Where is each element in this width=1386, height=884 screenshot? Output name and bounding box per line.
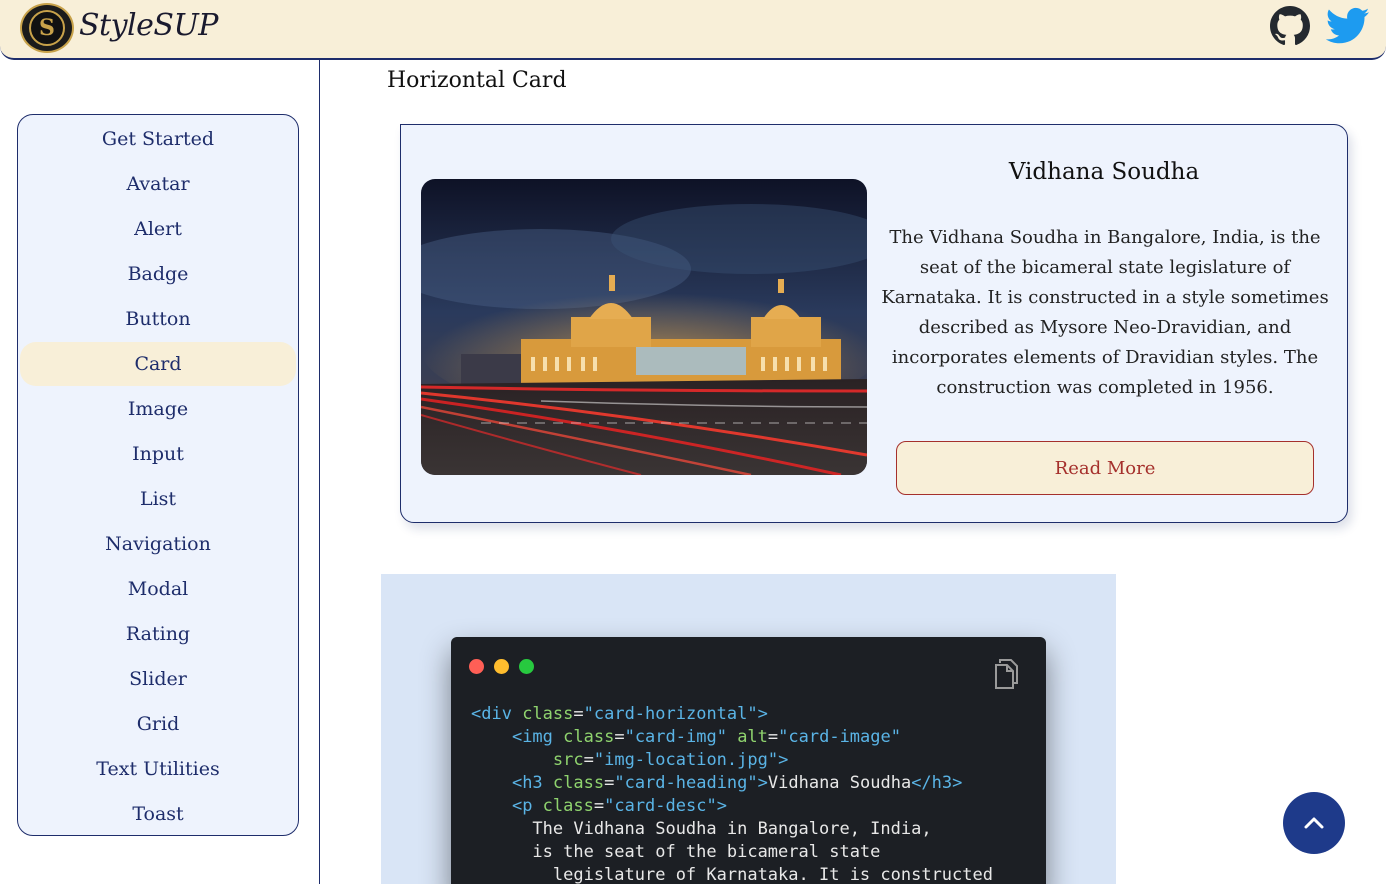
code-token: "card-heading" [614,773,758,793]
night-building-photo [421,179,867,475]
code-token: > [778,750,789,770]
sidebar-item-text-utilities[interactable]: Text Utilities [20,747,296,791]
horizontal-card: Vidhana Soudha The Vidhana Soudha in Ban… [400,124,1348,523]
code-line: The Vidhana Soudha in Bangalore, India, [471,818,993,841]
copy-icon[interactable] [994,657,1020,689]
chevron-up-icon [1304,817,1324,829]
sidebar-item-navigation[interactable]: Navigation [20,522,296,566]
sidebar-item-alert[interactable]: Alert [20,207,296,251]
card-description: The Vidhana Soudha in Bangalore, India, … [881,227,1329,398]
code-token: > [757,773,768,793]
code-token: "card-horizontal" [583,704,758,724]
card-heading: Vidhana Soudha [1008,159,1200,185]
sidebar-item-grid[interactable]: Grid [20,702,296,746]
top-header: S StyleSUP [0,0,1386,60]
sidebar-item-button[interactable]: Button [20,297,296,341]
code-snippet: <div class="card-horizontal"> <img class… [471,703,993,884]
code-token: = [614,727,625,747]
code-line: <img class="card-img" alt="card-image" [471,726,993,749]
sidebar-divider [319,60,320,884]
code-line: <div class="card-horizontal"> [471,703,993,726]
sidebar-item-rating[interactable]: Rating [20,612,296,656]
code-token: class [563,727,615,747]
code-token: "card-img" [624,727,727,747]
sidebar-nav: Get Started Avatar Alert Badge Button Ca… [17,114,299,836]
code-token: src [552,750,584,770]
window-minimize-dot [494,659,509,674]
code-token: legislature of Karnataka. It is construc… [471,865,993,884]
sidebar-item-image[interactable]: Image [20,387,296,431]
sidebar-item-input[interactable]: Input [20,432,296,476]
sidebar-item-modal[interactable]: Modal [20,567,296,611]
sidebar-item-toast[interactable]: Toast [20,792,296,836]
code-window: <div class="card-horizontal"> <img class… [451,637,1046,884]
code-token: > [716,796,727,816]
code-token: "card-image" [778,727,901,747]
read-more-button[interactable]: Read More [896,441,1314,495]
sidebar-item-badge[interactable]: Badge [20,252,296,296]
scroll-to-top-button[interactable] [1283,792,1345,854]
code-token: = [583,750,594,770]
card-image [421,179,867,475]
code-token: "img-location.jpg" [593,750,779,770]
code-token: = [593,796,605,816]
twitter-icon[interactable] [1326,6,1370,46]
code-line: <h3 class="card-heading">Vidhana Soudha<… [471,772,993,795]
code-token: </h3> [911,773,963,793]
code-line: legislature of Karnataka. It is construc… [471,864,993,884]
brand-name[interactable]: StyleSUP [79,8,218,43]
code-token: class [552,773,605,793]
code-token: alt [737,727,768,747]
code-token: > [757,704,768,724]
code-line: src="img-location.jpg"> [471,749,993,772]
code-token: = [604,773,615,793]
sidebar-item-list[interactable]: List [20,477,296,521]
code-token: <h3 [511,773,553,793]
code-token: is the seat of the bicameral state [471,842,881,862]
code-line: <p class="card-desc"> [471,795,993,818]
github-icon[interactable] [1270,6,1310,46]
logo-icon[interactable]: S [20,3,74,53]
logo-letter: S [29,10,65,46]
window-close-dot [469,659,484,674]
sidebar-item-slider[interactable]: Slider [20,657,296,701]
code-token: = [573,704,584,724]
code-token: <div [471,704,523,724]
sidebar-item-card[interactable]: Card [20,342,296,386]
code-token: = [767,727,779,747]
sidebar-item-avatar[interactable]: Avatar [20,162,296,206]
code-token: class [542,796,594,816]
code-token: Vidhana Soudha [767,773,912,793]
window-maximize-dot [519,659,534,674]
code-token: <p [511,796,543,816]
code-line: is the seat of the bicameral state [471,841,993,864]
sidebar-item-get-started[interactable]: Get Started [20,117,296,161]
code-token: The Vidhana Soudha in Bangalore, India, [471,819,932,839]
code-token: "card-desc" [604,796,717,816]
code-token: <img [511,727,564,747]
section-title: Horizontal Card [387,68,567,93]
code-token: class [522,704,574,724]
